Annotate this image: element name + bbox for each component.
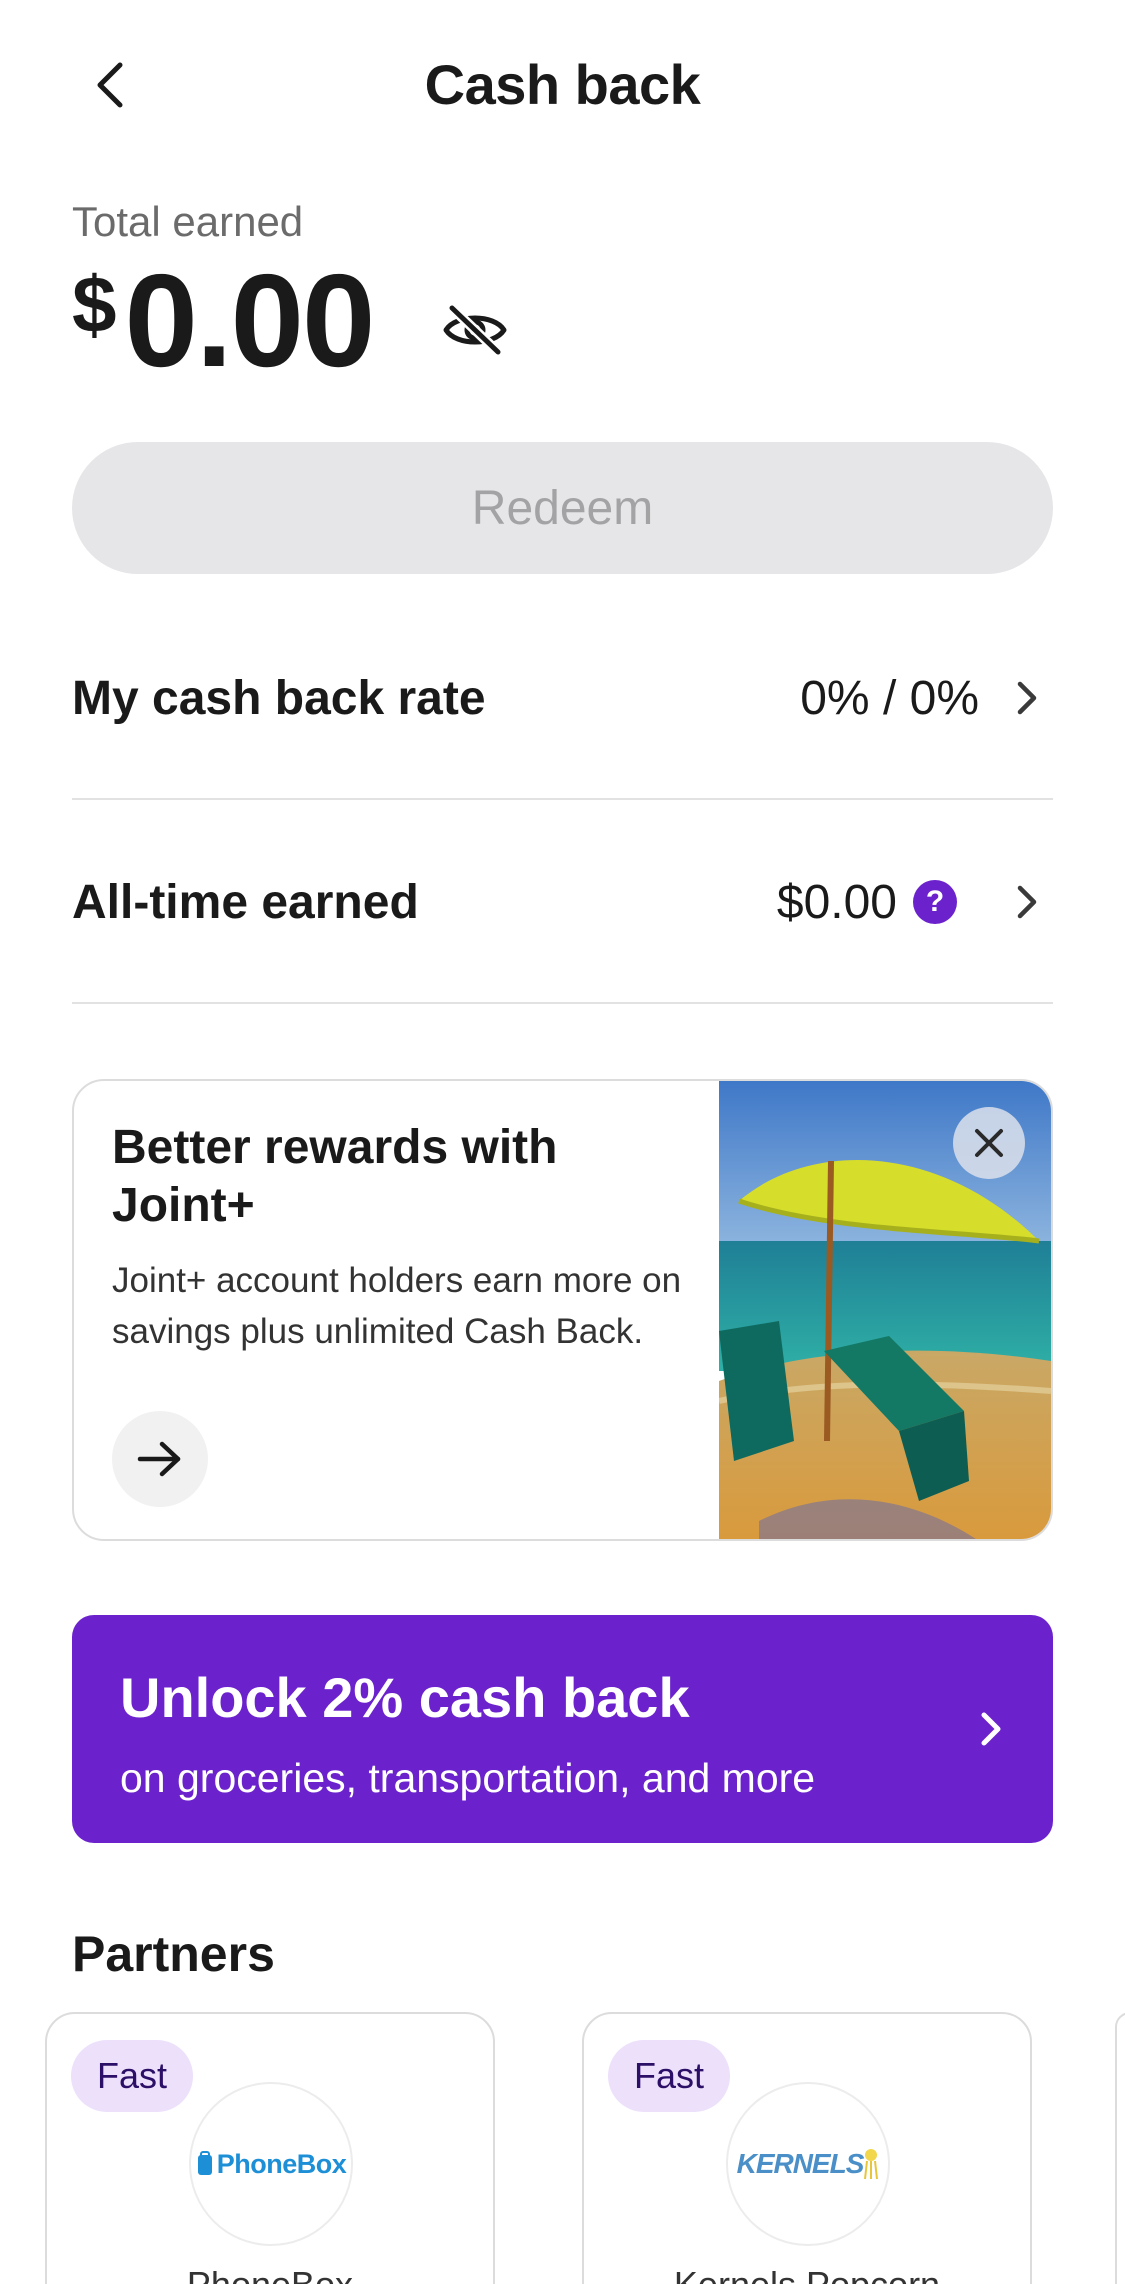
- phonebox-logo-icon: [197, 2151, 212, 2175]
- all-time-earned-label: All-time earned: [72, 875, 419, 929]
- joint-plus-promo-card[interactable]: Better rewards with Joint+ Joint+ accoun…: [72, 1079, 1053, 1541]
- fast-badge: Fast: [71, 2040, 194, 2112]
- total-earned-value: 0.00: [124, 247, 376, 394]
- phonebox-logo-text: PhoneBox: [216, 2148, 347, 2179]
- close-button[interactable]: [953, 1107, 1025, 1179]
- kernels-logo-text: KERNELS: [736, 2148, 865, 2179]
- partner-card-phonebox[interactable]: Fast PhoneBox PhoneBox: [45, 2012, 495, 2284]
- unlock-subtitle: on groceries, transportation, and more: [120, 1755, 816, 1801]
- partner-card-kernels[interactable]: Fast KERNELS Kernels Popcorn: [582, 2012, 1032, 2284]
- promo-body: Joint+ account holders earn more on savi…: [112, 1261, 682, 1351]
- divider: [72, 1002, 1053, 1004]
- cash-back-rate-label: My cash back rate: [72, 671, 486, 725]
- partners-heading: Partners: [72, 1926, 275, 1982]
- help-icon[interactable]: ?: [913, 880, 957, 924]
- partner-name: Kernels Popcorn: [584, 2264, 1030, 2284]
- cash-back-rate-value: 0% / 0%: [800, 671, 979, 725]
- chevron-right-icon: [1007, 882, 1047, 922]
- promo-arrow-button[interactable]: [112, 1411, 208, 1507]
- partner-name: PhoneBox: [47, 2264, 493, 2284]
- arrow-right-icon: [137, 1441, 181, 1477]
- currency-symbol: $: [72, 260, 117, 349]
- partner-logo-kernels: KERNELS: [726, 2082, 890, 2246]
- chevron-right-icon: [1007, 678, 1047, 718]
- partner-logo-phonebox: PhoneBox: [189, 2082, 353, 2246]
- promo-text: Better rewards with Joint+ Joint+ accoun…: [112, 1119, 702, 1358]
- chevron-right-icon: [969, 1707, 1013, 1751]
- hide-balance-button[interactable]: [440, 295, 510, 365]
- all-time-earned-value: $0.00: [776, 875, 897, 929]
- eye-off-icon: [443, 303, 507, 357]
- total-earned-label: Total earned: [72, 198, 304, 245]
- close-icon: [975, 1129, 1003, 1157]
- unlock-title: Unlock 2% cash back: [120, 1666, 690, 1729]
- unlock-cash-back-banner[interactable]: Unlock 2% cash back on groceries, transp…: [72, 1615, 1053, 1843]
- promo-title: Better rewards with Joint+: [112, 1121, 558, 1232]
- cash-back-rate-row[interactable]: My cash back rate 0% / 0%: [72, 638, 1053, 758]
- redeem-button[interactable]: Redeem: [72, 442, 1053, 574]
- divider: [72, 798, 1053, 800]
- cash-back-screen: Cash back Total earned $ 0.00 Redeem My …: [0, 0, 1125, 2284]
- beach-umbrella-image: [719, 1081, 1051, 1539]
- popcorn-icon: [864, 2149, 879, 2180]
- partner-card-next[interactable]: [1115, 2012, 1125, 2284]
- page-title: Cash back: [424, 53, 701, 116]
- fast-badge: Fast: [608, 2040, 731, 2112]
- all-time-earned-row[interactable]: All-time earned $0.00 ?: [72, 842, 1053, 962]
- total-earned-amount: $ 0.00: [72, 247, 376, 394]
